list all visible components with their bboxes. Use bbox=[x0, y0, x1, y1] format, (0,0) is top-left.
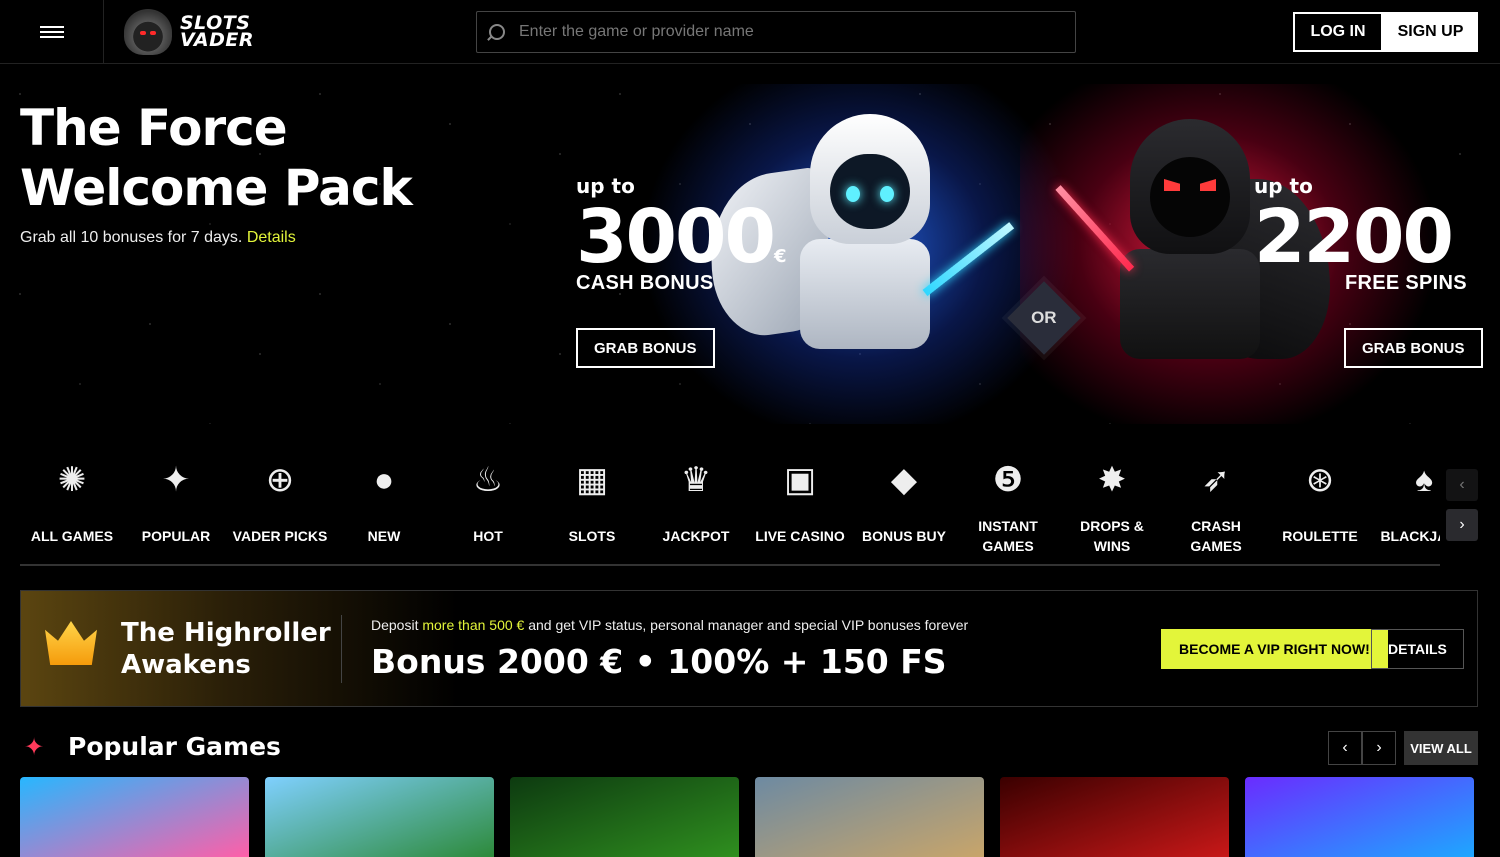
game-tile[interactable] bbox=[510, 777, 739, 857]
vip-title-line-2: Awakens bbox=[121, 650, 251, 680]
category-crash-games[interactable]: ➶ CRASH GAMES bbox=[1164, 448, 1268, 564]
category-drops-wins[interactable]: ✸ DROPS & WINS bbox=[1060, 448, 1164, 564]
signup-button[interactable]: SIGN UP bbox=[1383, 12, 1478, 52]
sparkle-icon: ✦ bbox=[24, 734, 45, 761]
popular-prev-button[interactable]: ‹ bbox=[1328, 731, 1362, 765]
slot-machine-icon: ▦ bbox=[575, 461, 609, 499]
vip-description: Deposit more than 500 € and get VIP stat… bbox=[371, 617, 968, 633]
cards-icon: ♠ bbox=[1414, 461, 1434, 499]
hero-title-line-2: Welcome Pack bbox=[20, 159, 413, 217]
login-button[interactable]: LOG IN bbox=[1293, 12, 1383, 52]
category-blackjack[interactable]: ♠ BLACKJACK bbox=[1372, 448, 1440, 564]
category-label: JACKPOT bbox=[662, 528, 730, 544]
right-offer-amount: 2200 bbox=[1254, 194, 1454, 280]
vip-title: The Highroller Awakens bbox=[121, 617, 331, 681]
category-label: LIVE CASINO bbox=[755, 528, 845, 544]
vip-desc-pre: Deposit bbox=[371, 617, 419, 633]
or-label: OR bbox=[1031, 308, 1057, 327]
hero-details-link[interactable]: Details bbox=[247, 229, 296, 246]
planet-icon: ● bbox=[373, 461, 395, 499]
grab-cash-bonus-button[interactable]: GRAB BONUS bbox=[576, 328, 715, 368]
hero-title: The Force Welcome Pack bbox=[20, 98, 413, 218]
left-offer-amount-value: 3000 bbox=[576, 194, 776, 280]
sparkle-icon: ✦ bbox=[161, 461, 191, 499]
category-label: NEW bbox=[367, 528, 401, 544]
right-offer-label: FREE SPINS bbox=[1345, 272, 1467, 294]
category-label: BLACKJACK bbox=[1380, 528, 1440, 544]
hero-subtitle: Grab all 10 bonuses for 7 days. Details bbox=[20, 229, 296, 247]
category-label: CRASH GAMES bbox=[1190, 518, 1242, 554]
vip-details-button[interactable]: DETAILS bbox=[1371, 629, 1464, 669]
view-all-button[interactable]: VIEW ALL bbox=[1404, 731, 1478, 765]
game-tile[interactable] bbox=[755, 777, 984, 857]
category-roulette[interactable]: ⊛ ROULETTE bbox=[1268, 448, 1372, 564]
search-box[interactable] bbox=[476, 11, 1076, 53]
vip-divider bbox=[341, 615, 342, 683]
category-jackpot[interactable]: ♛ JACKPOT bbox=[644, 448, 748, 564]
category-hot[interactable]: ♨ HOT bbox=[436, 448, 540, 564]
hero-title-line-1: The Force bbox=[20, 99, 288, 157]
rocket-icon: ➶ bbox=[1201, 461, 1231, 499]
logo-line-2: VADER bbox=[180, 29, 255, 51]
category-live-casino[interactable]: ▣ LIVE CASINO bbox=[748, 448, 852, 564]
category-next-button[interactable]: › bbox=[1446, 509, 1478, 541]
vip-desc-highlight: more than 500 € bbox=[422, 617, 525, 633]
category-label: ROULETTE bbox=[1282, 528, 1358, 544]
diamond-icon: ◆ bbox=[890, 461, 918, 499]
search-input[interactable] bbox=[519, 23, 1059, 41]
category-all-games[interactable]: ✺ ALL GAMES bbox=[20, 448, 124, 564]
vader-helmet-icon bbox=[124, 9, 172, 55]
category-instant-games[interactable]: ❺ INSTANT GAMES bbox=[956, 448, 1060, 564]
left-offer-currency: € bbox=[773, 246, 787, 267]
ball-five-icon: ❺ bbox=[992, 461, 1024, 499]
category-new[interactable]: ● NEW bbox=[332, 448, 436, 564]
vip-desc-post: and get VIP status, personal manager and… bbox=[528, 617, 969, 633]
roulette-icon: ⊛ bbox=[1305, 461, 1335, 499]
vip-banner: The Highroller Awakens Deposit more than… bbox=[20, 590, 1478, 707]
category-bar: ✺ ALL GAMES ✦ POPULAR ⊕ VADER PICKS ● NEW ♨ HOT ▦ S… bbox=[20, 448, 1440, 566]
white-knight-illustration bbox=[699, 114, 960, 374]
popular-next-button[interactable]: › bbox=[1362, 731, 1396, 765]
become-vip-button[interactable]: BECOME A VIP RIGHT NOW! bbox=[1161, 629, 1388, 669]
game-tile[interactable] bbox=[265, 777, 494, 857]
logo-text: SLOTS VADER bbox=[180, 14, 255, 51]
top-header: SLOTS VADER LOG IN SIGN UP bbox=[0, 0, 1500, 64]
vip-title-line-1: The Highroller bbox=[121, 618, 331, 648]
site-logo[interactable]: SLOTS VADER bbox=[124, 8, 254, 56]
game-tile[interactable] bbox=[1245, 777, 1474, 857]
flame-icon: ♨ bbox=[472, 461, 504, 499]
category-popular[interactable]: ✦ POPULAR bbox=[124, 448, 228, 564]
left-offer-label: CASH BONUS bbox=[576, 272, 714, 294]
game-tile[interactable] bbox=[1000, 777, 1229, 857]
category-label: POPULAR bbox=[141, 528, 211, 544]
category-label: DROPS & WINS bbox=[1080, 518, 1144, 554]
category-label: SLOTS bbox=[568, 528, 616, 544]
drops-wins-icon: ✸ bbox=[1097, 461, 1127, 499]
category-label: INSTANT GAMES bbox=[978, 518, 1038, 554]
search-icon bbox=[489, 24, 505, 40]
game-tile[interactable] bbox=[20, 777, 249, 857]
crown-icon bbox=[45, 621, 97, 665]
category-label: BONUS BUY bbox=[861, 528, 946, 544]
category-label: ALL GAMES bbox=[30, 528, 114, 544]
popular-games-title: Popular Games bbox=[68, 732, 281, 761]
grab-free-spins-button[interactable]: GRAB BONUS bbox=[1344, 328, 1483, 368]
category-prev-button[interactable]: ‹ bbox=[1446, 469, 1478, 501]
hero-subtitle-text: Grab all 10 bonuses for 7 days. bbox=[20, 229, 243, 246]
galaxy-icon: ✺ bbox=[57, 461, 87, 499]
hero-banner: The Force Welcome Pack Grab all 10 bonus… bbox=[0, 64, 1500, 424]
vip-bonus-text: Bonus 2000 € • 100% + 150 FS bbox=[371, 642, 947, 681]
category-vader-picks[interactable]: ⊕ VADER PICKS bbox=[228, 448, 332, 564]
live-dealer-icon: ▣ bbox=[783, 461, 817, 499]
category-label: VADER PICKS bbox=[232, 528, 328, 544]
hamburger-icon bbox=[39, 23, 64, 41]
category-slots[interactable]: ▦ SLOTS bbox=[540, 448, 644, 564]
jackpot-crown-icon: ♛ bbox=[680, 461, 712, 499]
category-bonus-buy[interactable]: ◆ BONUS BUY bbox=[852, 448, 956, 564]
popular-games-row bbox=[20, 777, 1474, 857]
compass-star-icon: ⊕ bbox=[265, 461, 295, 499]
category-label: HOT bbox=[473, 528, 503, 544]
menu-button[interactable] bbox=[0, 0, 104, 64]
